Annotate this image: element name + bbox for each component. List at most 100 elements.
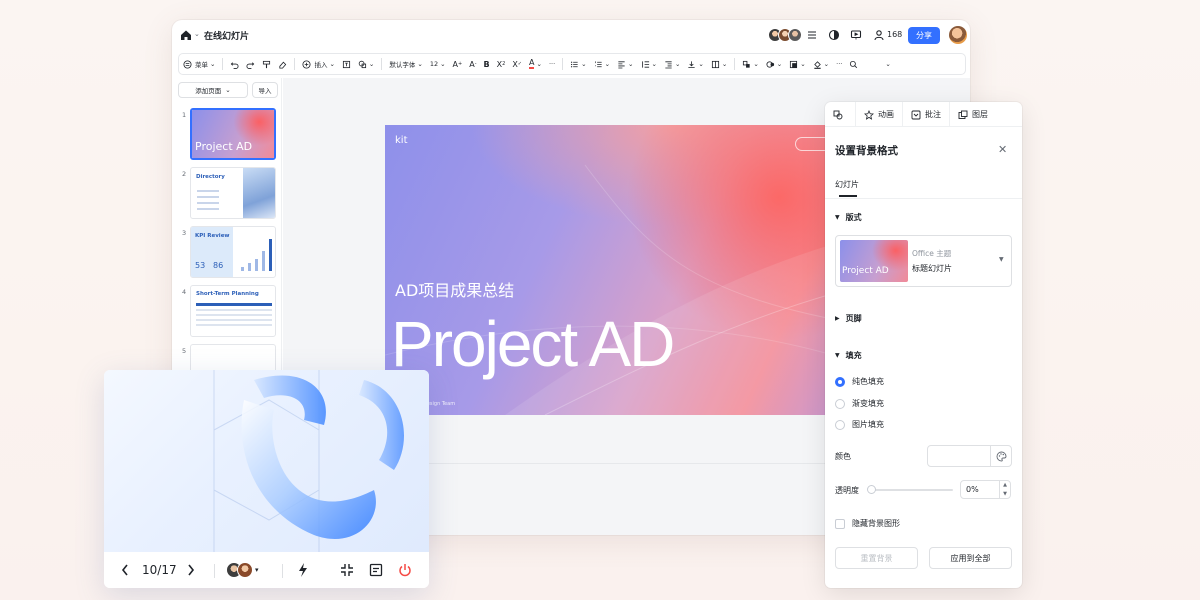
power-off-icon[interactable] [398,562,412,578]
shape-fill-button[interactable]: ⌄ [766,60,782,69]
align-button[interactable]: ⌄ [617,60,634,69]
tab-style[interactable] [825,102,856,127]
exit-fullscreen-icon[interactable] [340,562,354,578]
align-left-icon [618,60,625,68]
slide-thumbnail-3[interactable]: KPI Review 53 86 [190,226,276,278]
fill-option-picture[interactable]: 图片填充 [835,419,884,430]
layout-section-header[interactable]: ▼ 版式 [835,212,862,223]
document-title[interactable]: 在线幻灯片 [204,29,249,42]
notes-icon[interactable] [369,562,383,578]
layout-select[interactable]: Project AD Office 主题 标题幻灯片 ▼ [835,235,1012,287]
slide-title: Project AD [391,308,675,380]
close-icon[interactable]: ✕ [998,143,1007,156]
bullet-list-button[interactable]: ⌄ [570,60,587,69]
arrange-button[interactable]: ⌄ [742,60,759,69]
background-format-panel: 动画 批注 图层 设置背景格式 ✕ 幻灯片 ▼ 版式 Project AD Off… [825,102,1022,588]
chevron-down-icon[interactable]: ⌄ [194,30,200,38]
subtab-slide[interactable]: 幻灯片 [835,179,859,190]
title-bar: ⌄ 在线幻灯片 168 分享 [172,20,970,52]
fill-option-solid[interactable]: 纯色填充 [835,376,884,387]
footer-section-header[interactable]: ▶ 页脚 [835,313,862,324]
radio-button[interactable] [835,376,845,387]
slide-thumbnail-1[interactable]: Project AD [190,108,276,160]
thumbnail-number: 1 [182,111,187,119]
decrease-font-button[interactable]: A- [469,60,476,69]
indent-button[interactable]: ⌄ [664,60,680,69]
apply-to-all-button[interactable]: 应用到全部 [929,547,1012,569]
clear-format-button[interactable] [278,60,287,69]
insert-button[interactable]: 插入 ⌄ [302,59,335,69]
subtab-indicator [839,195,857,197]
font-size-select[interactable]: 12 ⌄ [430,60,446,68]
laser-pointer-icon[interactable] [296,562,310,578]
present-icon[interactable] [850,29,862,41]
share-button[interactable]: 分享 [908,27,940,44]
chevron-up-icon[interactable]: ▲ [1003,482,1007,488]
more-button[interactable]: ··· [549,60,555,68]
columns-button[interactable]: ⌄ [711,60,727,69]
color-picker-button[interactable] [990,445,1012,467]
theme-icon[interactable] [828,29,840,41]
redo-button[interactable] [246,60,255,69]
previous-page-button[interactable] [120,562,130,578]
font-color-button[interactable]: A ⌄ [529,59,542,69]
checkbox-label: 隐藏背景图形 [852,519,900,528]
opacity-stepper[interactable]: ▲ ▼ [999,480,1011,499]
reset-background-button[interactable]: 重置背景 [835,547,918,569]
subscript-button[interactable]: X2 [497,60,506,69]
undo-button[interactable] [230,60,239,69]
radio-button[interactable] [835,419,845,430]
line-spacing-icon [641,60,649,68]
checkbox[interactable] [835,518,845,529]
avatar[interactable] [949,26,967,44]
opacity-slider-handle[interactable] [867,485,876,494]
chevron-down-icon: ▾ [255,566,259,574]
tab-animation[interactable]: 动画 [856,102,903,127]
image-style-button[interactable]: ⌄ [789,60,806,69]
radio-label: 图片填充 [852,420,884,429]
audience-avatars[interactable]: ▾ [226,562,259,578]
more-options-button[interactable]: ··· [836,60,842,68]
list-icon[interactable] [806,29,818,41]
format-painter-button[interactable] [262,60,271,69]
collapse-toolbar-button[interactable]: ⌄ [885,60,890,68]
color-swatch[interactable] [927,445,991,467]
collaborator-avatars[interactable] [768,28,802,42]
thumbnail-number: 3 [182,229,187,237]
search-button[interactable] [849,60,858,69]
section-label: 填充 [845,351,862,360]
import-button[interactable]: 导入 [252,82,278,98]
clear-style-button[interactable]: X ✓ [512,60,522,69]
vertical-align-icon [688,60,696,68]
user-icon[interactable] [873,29,885,41]
text-box-button[interactable] [342,60,351,69]
next-page-button[interactable] [186,562,196,578]
hide-background-graphics[interactable]: 隐藏背景图形 [835,518,900,529]
vertical-align-button[interactable]: ⌄ [687,60,704,69]
fill-color-button[interactable]: ⌄ [813,60,829,69]
home-icon[interactable] [180,29,192,41]
radio-button[interactable] [835,398,845,409]
layout-thumbnail-text: Project AD [842,266,889,276]
chevron-down-icon[interactable]: ▼ [1003,491,1007,497]
menu-icon [183,59,192,69]
opacity-input[interactable]: 0% [960,480,1000,499]
slide-thumbnail-2[interactable]: Directory [190,167,276,219]
increase-font-button[interactable]: A + [453,60,463,69]
fill-section-header[interactable]: ▼ 填充 [835,350,862,361]
opacity-slider-track[interactable] [871,489,953,491]
font-family-select[interactable]: 默认字体 ⌄ [389,59,422,69]
add-page-button[interactable]: 添加页面 ⌄ [178,82,248,98]
menu-button[interactable]: 菜单 ⌄ [183,59,215,69]
tab-comments[interactable]: 批注 [903,102,950,127]
current-slide[interactable]: kit AD项目成果总结 Project AD Design Team [385,125,865,415]
toolbar: 菜单 ⌄ 插入 ⌄ ⌄ 默认字体 ⌄ 12 ⌄ A + A- B X2 X ✓ A ⌄ ···… [178,53,966,75]
numbered-list-button[interactable]: ⌄ [594,60,610,69]
shape-button[interactable]: ⌄ [358,60,374,69]
tab-layers[interactable]: 图层 [950,102,996,127]
slide-thumbnail-4[interactable]: Short-Term Planning [190,285,276,337]
bold-button[interactable]: B [484,60,490,69]
fill-option-gradient[interactable]: 渐变填充 [835,398,884,409]
eraser-icon [279,61,287,69]
line-spacing-button[interactable]: ⌄ [641,60,657,69]
